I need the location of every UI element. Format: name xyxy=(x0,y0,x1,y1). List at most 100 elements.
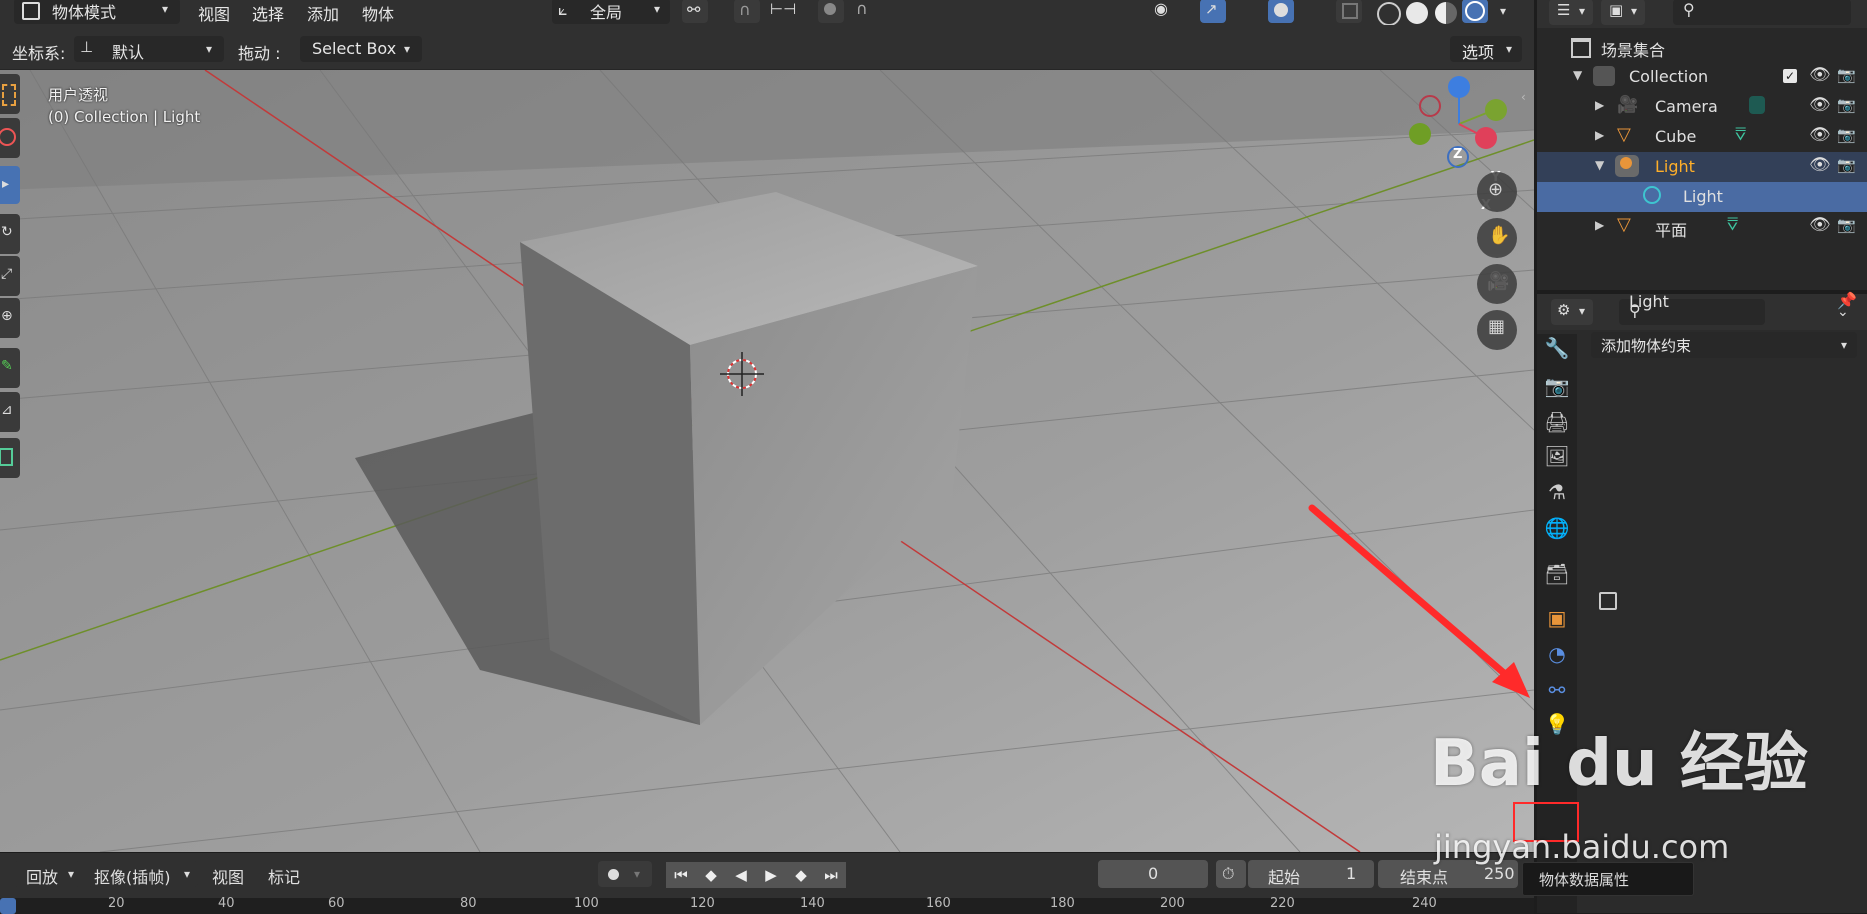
next-keyframe-button[interactable]: ◆ xyxy=(786,862,816,888)
collection-tab-icon[interactable]: 🗃 xyxy=(1543,560,1571,588)
auto-key-button[interactable]: ▾ xyxy=(598,861,652,887)
frame-ruler[interactable]: 20 40 60 80 100 120 140 160 180 200 220 … xyxy=(0,896,1534,914)
display-mode-dropdown[interactable]: ☰ ▾ xyxy=(1549,0,1593,25)
scene-collection-row[interactable]: 场景集合 xyxy=(1537,32,1867,62)
gizmo-y[interactable] xyxy=(1485,99,1507,121)
playback-dropdown[interactable]: 回放 ▾ xyxy=(14,861,80,887)
menu-add[interactable]: 添加 xyxy=(307,1,339,25)
output-tab-icon[interactable]: 🖨 xyxy=(1543,408,1571,436)
overlay-toggle-icon[interactable] xyxy=(1268,0,1294,23)
pan-button[interactable]: ✋ xyxy=(1477,218,1517,258)
tool-rotate[interactable]: ↻ xyxy=(0,214,20,254)
falloff-icon[interactable]: ∩ xyxy=(852,0,878,23)
gizmo-z[interactable] xyxy=(1448,76,1470,98)
chevron-down-icon: ▾ xyxy=(654,2,661,16)
light-data-row[interactable]: Light xyxy=(1537,182,1867,212)
scene-tab-icon[interactable]: ⚗ xyxy=(1543,478,1571,506)
expand-icon[interactable]: ▶ xyxy=(1595,218,1604,232)
gizmo-neg-y[interactable] xyxy=(1409,123,1431,145)
view-layer-tab-icon[interactable]: 🖼 xyxy=(1543,442,1571,470)
shading-material-icon[interactable] xyxy=(1435,2,1457,24)
camera-render-icon[interactable]: 📷 xyxy=(1837,156,1856,174)
preview-range-button[interactable]: ⏱ xyxy=(1216,860,1246,888)
camera-render-icon[interactable]: 📷 xyxy=(1837,96,1856,114)
prev-keyframe-button[interactable]: ◆ xyxy=(696,862,726,888)
drag-dropdown[interactable]: Select Box ▾ xyxy=(300,36,422,62)
tool-add-cube[interactable] xyxy=(0,438,20,478)
camera-view-button[interactable]: 🎥 xyxy=(1477,264,1517,304)
eye-icon[interactable]: 👁 xyxy=(1809,155,1831,175)
options-dropdown[interactable]: 选项 ▾ xyxy=(1450,36,1522,62)
coord-dropdown[interactable]: ⊥ 默认 ▾ xyxy=(74,36,224,62)
cube-row[interactable]: ▶ ▽ Cube ⩢ 👁 📷 xyxy=(1537,122,1867,152)
snap-increment-icon[interactable]: ⊢⊣ xyxy=(766,0,796,23)
3d-viewport[interactable]: Z Y X 用户透视 (0) Collection | Light ▸ ↻ ⤢ … xyxy=(0,70,1534,852)
jump-end-button[interactable]: ⏭ xyxy=(816,862,846,888)
timeline-view-menu[interactable]: 视图 xyxy=(212,864,244,888)
plane-row[interactable]: ▶ ▽ 平面 ⩢ 👁 📷 xyxy=(1537,212,1867,242)
checkbox-icon[interactable]: ✓ xyxy=(1783,69,1797,83)
render-tab-icon[interactable]: 📷 xyxy=(1543,372,1571,400)
visibility-icon[interactable]: ◉ xyxy=(1150,0,1176,23)
orientation-dropdown[interactable]: ⟀ 全局 ▾ xyxy=(552,0,670,24)
tool-select-box[interactable] xyxy=(0,74,20,114)
menu-object[interactable]: 物体 xyxy=(362,1,394,25)
camera-render-icon[interactable]: 📷 xyxy=(1837,216,1856,234)
current-frame-field[interactable]: 0 xyxy=(1098,860,1208,888)
object-tab-icon[interactable]: ▣ xyxy=(1543,604,1571,632)
eye-icon[interactable]: 👁 xyxy=(1809,65,1831,85)
tool-move[interactable]: ▸ xyxy=(0,166,20,204)
editor-type-dropdown[interactable]: ⚙ ▾ xyxy=(1551,299,1593,325)
expand-icon[interactable]: ▼ xyxy=(1573,68,1582,82)
jump-start-button[interactable]: ⏮ xyxy=(666,862,696,888)
shading-rendered-icon[interactable] xyxy=(1462,0,1488,23)
zoom-button[interactable]: ⊕ xyxy=(1477,172,1517,212)
camera-render-icon[interactable]: 📷 xyxy=(1837,66,1856,84)
play-reverse-button[interactable]: ◀ xyxy=(726,862,756,888)
outliner-search[interactable]: ⚲ xyxy=(1673,0,1851,25)
menu-select[interactable]: 选择 xyxy=(252,1,284,25)
tool-transform[interactable]: ⊕ xyxy=(0,298,20,338)
playhead[interactable] xyxy=(0,898,16,914)
shading-solid-icon[interactable] xyxy=(1406,2,1428,24)
world-tab-icon[interactable]: 🌐 xyxy=(1543,514,1571,542)
menu-view[interactable]: 视图 xyxy=(198,1,230,25)
timeline-marker-menu[interactable]: 标记 xyxy=(268,864,300,888)
gizmo-toggle-icon[interactable]: ↗ xyxy=(1200,0,1226,23)
eye-icon[interactable]: 👁 xyxy=(1809,125,1831,145)
tool-scale[interactable]: ⤢ xyxy=(0,256,20,296)
pin-icon[interactable]: 📌 xyxy=(1837,291,1857,310)
play-button[interactable]: ▶ xyxy=(756,862,786,888)
eye-icon[interactable]: 👁 xyxy=(1809,95,1831,115)
keying-dropdown[interactable]: 抠像(插帧) ▾ xyxy=(88,861,198,887)
camera-row[interactable]: ▶ 🎥 Camera 👁 📷 xyxy=(1537,92,1867,122)
expand-icon[interactable]: ▶ xyxy=(1595,128,1604,142)
eye-icon[interactable]: 👁 xyxy=(1809,215,1831,235)
collection-row[interactable]: ▼ Collection ✓ 👁 📷 xyxy=(1537,62,1867,92)
tool-tab-icon[interactable]: 🔧 xyxy=(1543,334,1571,362)
physics-tab-icon[interactable]: ◔ xyxy=(1543,640,1571,668)
start-frame-field[interactable]: 起始 1 xyxy=(1248,860,1374,888)
constraints-tab-icon[interactable]: ⚯ xyxy=(1543,676,1571,704)
add-constraint-dropdown[interactable]: 添加物体约束 ▾ xyxy=(1591,332,1857,358)
light-row[interactable]: ▼ Light 👁 📷 xyxy=(1537,152,1867,182)
expand-icon[interactable]: ▼ xyxy=(1595,158,1604,172)
filter-dropdown[interactable]: ▣ ▾ xyxy=(1601,0,1645,25)
sidebar-toggle-icon[interactable]: ‹ xyxy=(1521,90,1526,104)
mode-dropdown[interactable]: 物体模式 ▾ xyxy=(14,0,180,24)
tool-cursor[interactable] xyxy=(0,118,20,158)
gizmo-x[interactable] xyxy=(1475,127,1497,149)
camera-render-icon[interactable]: 📷 xyxy=(1837,126,1856,144)
chevron-down-icon[interactable]: ▾ xyxy=(1500,4,1506,18)
shading-wireframe-icon[interactable] xyxy=(1377,2,1401,26)
pivot-icon[interactable]: ⚯ xyxy=(682,0,708,23)
perspective-toggle-button[interactable]: ▦ xyxy=(1477,310,1517,350)
expand-icon[interactable]: ▶ xyxy=(1595,98,1604,112)
camera-data-icon xyxy=(1749,96,1765,114)
tool-annotate[interactable]: ✎ xyxy=(0,348,20,388)
transform-icon: ⊕ xyxy=(1,308,13,324)
snap-icon[interactable]: ∩ xyxy=(734,0,760,23)
xray-icon[interactable] xyxy=(1336,0,1362,23)
proportional-edit-icon[interactable] xyxy=(818,0,844,23)
tool-measure[interactable]: ⊿ xyxy=(0,392,20,432)
